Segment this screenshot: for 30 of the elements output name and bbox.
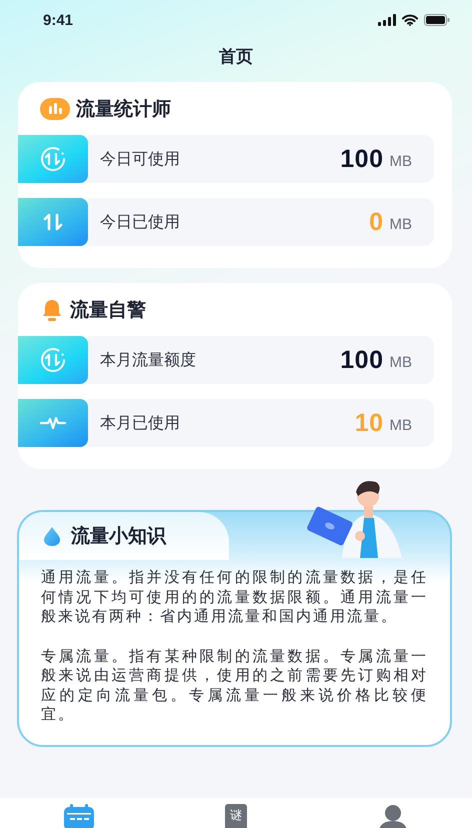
card-title: 流量小知识	[71, 524, 166, 549]
bell-icon	[40, 298, 64, 322]
unit-label: MB	[390, 152, 412, 170]
paragraph: 通用流量。指并没有任何的限制的流量数据，是任何情况下均可使用的的流量数据限额。通用流量一般来说有两种：省内通用流量和国内通用流量。	[41, 568, 428, 626]
battery-icon	[424, 14, 450, 26]
book-tab[interactable]: 谜	[224, 804, 247, 828]
calendar-icon[interactable]	[64, 804, 94, 828]
drop-icon	[41, 525, 63, 547]
stat-label: 本月已使用	[100, 412, 181, 434]
stat-value: 0	[369, 208, 384, 236]
stat-value: 10	[354, 408, 384, 438]
unit-label: MB	[390, 353, 412, 371]
signal-icon	[378, 14, 396, 26]
stat-value: 100	[340, 144, 384, 174]
page-title: 首页	[218, 46, 254, 69]
card-title: 流量统计师	[76, 97, 171, 122]
stat-label: 今日可使用	[100, 148, 181, 170]
person-icon[interactable]	[378, 804, 408, 828]
circle-arrows-icon	[39, 145, 67, 173]
wifi-icon	[402, 14, 418, 26]
chart-icon	[40, 98, 70, 120]
stat-value: 100	[340, 346, 384, 374]
card-title: 流量自警	[70, 298, 146, 323]
circle-arrows-icon	[39, 346, 67, 374]
unit-label: MB	[390, 416, 412, 434]
paragraph: 专属流量。指有某种限制的流量数据。专属流量一般来说由运营商提供，使用的之前需要先订购相对应的定向流量包。专属流量一般来说价格比较便宜。	[41, 646, 428, 724]
stat-label: 本月流量额度	[100, 350, 197, 370]
unit-label: MB	[390, 215, 412, 233]
stat-label: 今日已使用	[100, 212, 181, 232]
status-time: 9:41	[43, 12, 74, 28]
